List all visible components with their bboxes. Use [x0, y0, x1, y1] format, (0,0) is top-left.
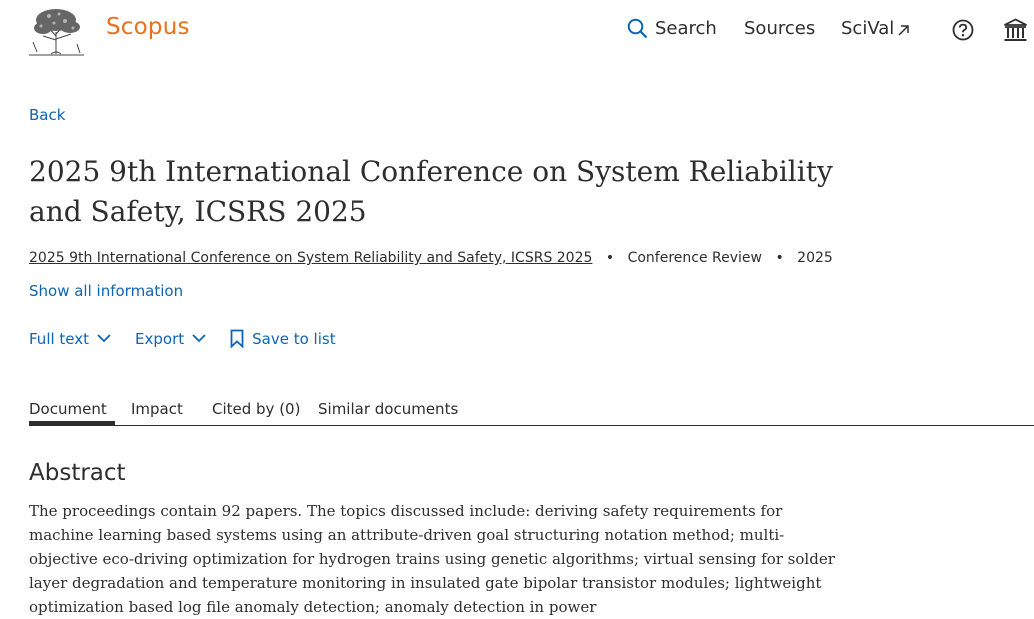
document-title: 2025 9th International Conference on Sys…	[29, 155, 833, 228]
document-tabs: Document Impact Cited by (0) Similar doc…	[29, 398, 1034, 426]
tab-cited-by[interactable]: Cited by (0)	[212, 400, 300, 418]
document-type: Conference Review	[627, 250, 762, 266]
document-meta-line: 2025 9th International Conference on Sys…	[29, 250, 833, 266]
active-tab-indicator	[29, 421, 115, 425]
elsevier-tree-logo-icon[interactable]	[29, 6, 84, 56]
nav-search-label: Search	[655, 18, 717, 39]
full-text-dropdown[interactable]: Full text	[29, 330, 111, 348]
tab-document[interactable]: Document	[29, 400, 107, 418]
chevron-down-icon	[192, 334, 206, 343]
tab-similar-documents[interactable]: Similar documents	[318, 400, 458, 418]
export-label: Export	[135, 329, 185, 348]
top-navigation-bar: Scopus Search Sources SciVal	[0, 0, 1034, 62]
show-all-information-link[interactable]: Show all information	[29, 282, 183, 300]
publication-year: 2025	[797, 250, 833, 266]
nav-sources-link[interactable]: Sources	[744, 18, 815, 39]
external-link-arrow-icon	[898, 24, 910, 36]
tab-impact[interactable]: Impact	[131, 400, 183, 418]
bookmark-icon	[230, 329, 244, 348]
search-icon	[627, 18, 648, 39]
export-dropdown[interactable]: Export	[135, 330, 206, 348]
abstract-heading: Abstract	[29, 460, 126, 486]
meta-separator: •	[605, 250, 615, 266]
scopus-logo-text[interactable]: Scopus	[106, 14, 190, 40]
save-to-list-label: Save to list	[252, 329, 336, 348]
save-to-list-button[interactable]: Save to list	[230, 329, 336, 348]
document-actions: Full text Export Save to list	[29, 329, 360, 348]
nav-search-link[interactable]: Search	[627, 18, 717, 39]
nav-scival-label: SciVal	[841, 18, 895, 39]
abstract-text: The proceedings contain 92 papers. The t…	[29, 502, 835, 616]
nav-scival-link[interactable]: SciVal	[841, 18, 910, 39]
full-text-label: Full text	[29, 329, 90, 348]
institution-icon[interactable]	[1003, 18, 1028, 43]
source-title-link[interactable]: 2025 9th International Conference on Sys…	[29, 250, 592, 266]
chevron-down-icon	[97, 334, 111, 343]
help-question-icon[interactable]	[952, 19, 974, 41]
back-link[interactable]: Back	[29, 106, 65, 124]
meta-separator: •	[775, 250, 784, 266]
nav-sources-label: Sources	[744, 18, 816, 39]
